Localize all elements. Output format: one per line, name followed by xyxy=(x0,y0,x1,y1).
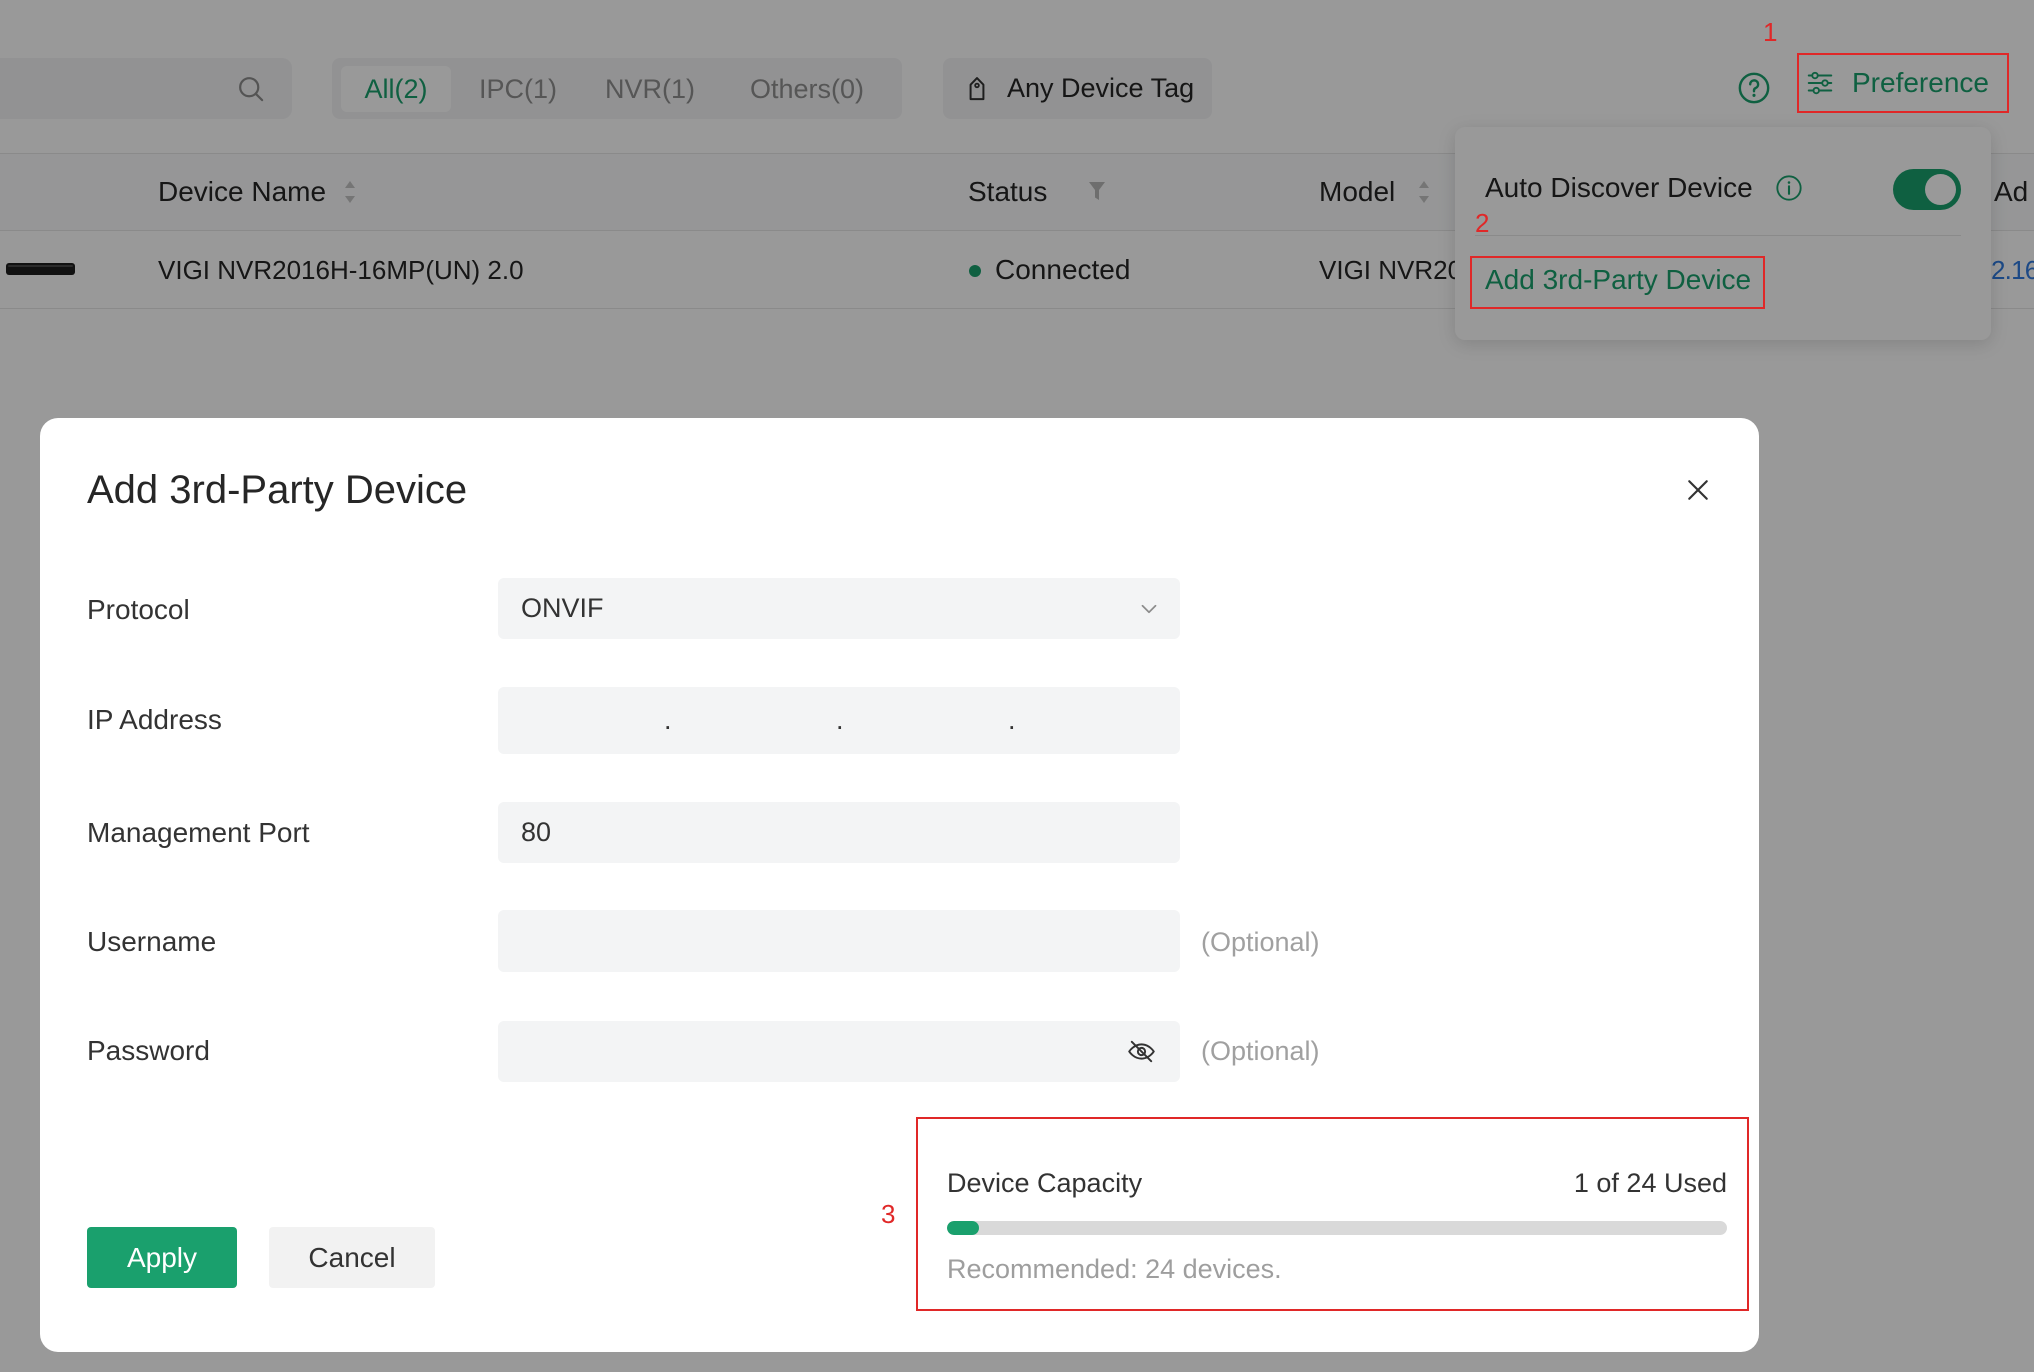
annotation-box-3 xyxy=(916,1117,1749,1311)
protocol-label: Protocol xyxy=(87,594,190,625)
ip-octet-3-input[interactable] xyxy=(845,687,1005,754)
annotation-number-1: 1 xyxy=(1763,17,1778,47)
password-optional-hint: (Optional) xyxy=(1201,1036,1320,1066)
ip-address-label: IP Address xyxy=(87,704,222,735)
chevron-down-icon[interactable] xyxy=(1136,596,1162,622)
management-port-label: Management Port xyxy=(87,817,310,848)
ip-separator: . xyxy=(1008,705,1016,735)
ip-separator: . xyxy=(836,705,844,735)
annotation-box-2 xyxy=(1470,256,1765,309)
ip-address-field: . . . xyxy=(498,687,1180,754)
cancel-button[interactable]: Cancel xyxy=(269,1227,435,1288)
close-icon[interactable] xyxy=(1683,475,1713,505)
dialog-title: Add 3rd-Party Device xyxy=(87,468,468,512)
management-port-input[interactable]: 80 xyxy=(498,802,1180,863)
annotation-number-3: 3 xyxy=(881,1199,896,1229)
username-optional-hint: (Optional) xyxy=(1201,927,1320,957)
app-window: All(2) IPC(1) NVR(1) Others(0) Any Devic… xyxy=(0,0,2034,1372)
password-label: Password xyxy=(87,1035,210,1066)
apply-button[interactable]: Apply xyxy=(87,1227,237,1288)
ip-octet-4-input[interactable] xyxy=(1017,687,1177,754)
annotation-number-2: 2 xyxy=(1475,208,1490,238)
username-label: Username xyxy=(87,926,217,957)
ip-separator: . xyxy=(664,705,672,735)
management-port-value: 80 xyxy=(521,817,552,847)
ip-octet-2-input[interactable] xyxy=(673,687,833,754)
add-third-party-device-dialog: Add 3rd-Party Device Protocol ONVIF IP A… xyxy=(40,418,1759,1352)
ip-octet-1-input[interactable] xyxy=(498,687,658,754)
annotation-box-1 xyxy=(1797,53,2009,113)
password-input[interactable] xyxy=(498,1021,1180,1082)
protocol-value: ONVIF xyxy=(521,593,604,623)
protocol-select[interactable]: ONVIF xyxy=(498,578,1180,639)
eye-off-icon[interactable] xyxy=(1126,1036,1157,1067)
username-input[interactable] xyxy=(498,910,1180,972)
